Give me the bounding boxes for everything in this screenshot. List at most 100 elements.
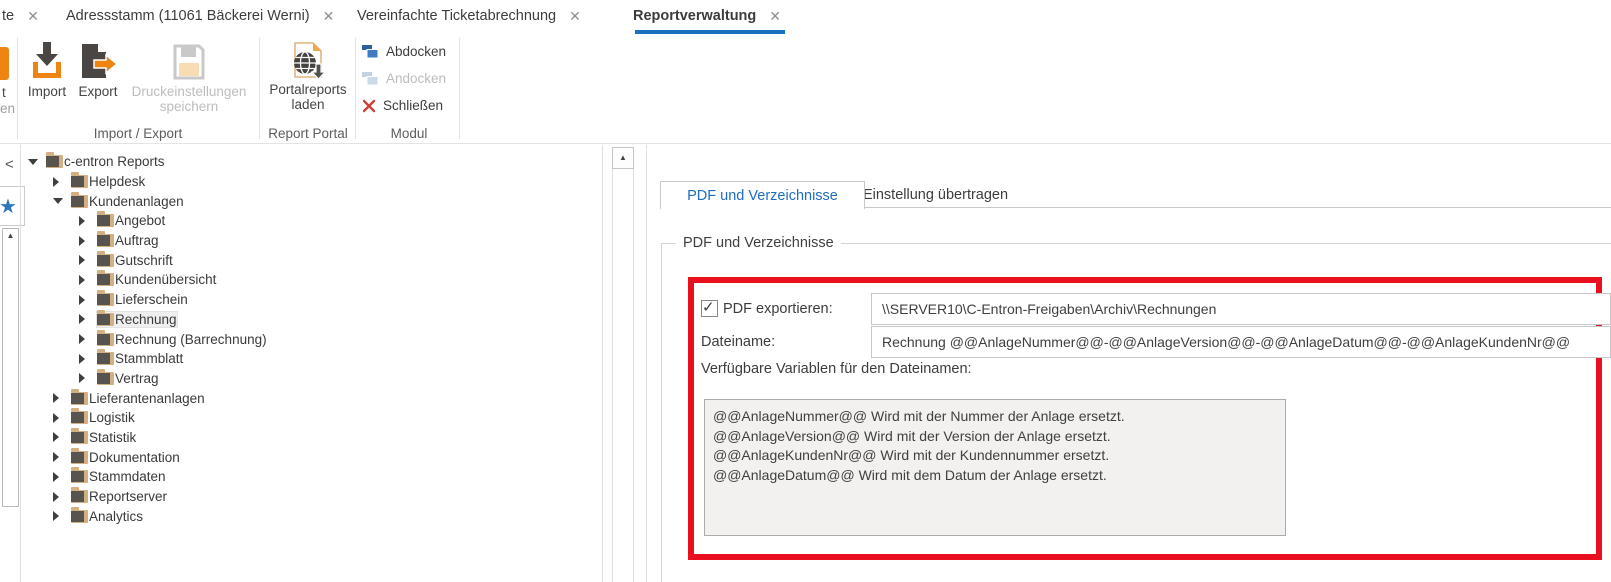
clipped-label: t [2,85,6,100]
dock-button[interactable]: Andocken [362,71,446,86]
tree-item[interactable]: Kundenübersicht [22,270,600,290]
window-tab-adressstamm[interactable]: Adressstamm (11061 Bäckerei Werni) ✕ [66,0,334,32]
collapsed-arrow-icon[interactable] [53,492,63,502]
folder-icon [71,470,88,483]
folder-icon [71,392,88,405]
folder-icon [71,411,88,424]
filename-input[interactable] [871,326,1611,358]
tree-label: Analytics [89,509,143,524]
collapsed-arrow-icon[interactable] [53,393,63,403]
folder-icon [97,234,114,247]
tree-item[interactable]: Lieferschein [22,290,600,310]
print-settings-label: Druckeinstellungen [124,84,254,99]
tree-item[interactable]: Auftrag [22,231,600,251]
folder-icon [97,313,114,326]
tree-item[interactable]: Vertrag [22,369,600,389]
panel-divider [646,145,647,582]
tree-label: Stammblatt [115,351,183,366]
collapsed-arrow-icon[interactable] [79,334,89,344]
portal-reports-button[interactable]: Portalreports laden [264,35,352,139]
tree-item[interactable]: Logistik [22,408,600,428]
tree-item[interactable]: Lieferantenanlagen [22,388,600,408]
expanded-arrow-icon[interactable] [53,198,63,204]
close-icon[interactable]: ✕ [769,9,781,23]
window-tab-reportverwaltung[interactable]: Reportverwaltung ✕ [633,0,781,32]
variable-line: @@AnlageDatum@@ Wird mit dem Datum der A… [713,466,1285,486]
close-module-button[interactable]: Schließen [362,98,443,113]
export-button[interactable]: Export [73,35,123,139]
tree-item[interactable]: Kundenanlagen [22,191,600,211]
tree-item[interactable]: c-entron Reports [22,152,600,172]
tree-item[interactable]: Gutschrift [22,250,600,270]
folder-icon [71,195,88,208]
tree-item[interactable]: Reportserver [22,487,600,507]
collapsed-arrow-icon[interactable] [79,373,89,383]
collapsed-arrow-icon[interactable] [79,314,89,324]
clipped-icon [0,47,9,80]
save-icon [171,42,207,82]
ribbon-separator [459,38,460,139]
pdf-export-checkbox[interactable] [701,300,718,317]
tree-scrollbar[interactable]: ▲ [612,148,634,582]
folder-icon [71,490,88,503]
collapsed-arrow-icon[interactable] [53,511,63,521]
tab-pdf-und-verzeichnisse[interactable]: PDF und Verzeichnisse [660,181,865,209]
collapsed-arrow-icon[interactable] [79,216,89,226]
undock-button[interactable]: Abdocken [362,44,446,59]
tab-einstellung-uebertragen[interactable]: Einstellung übertragen [863,182,1008,207]
collapsed-arrow-icon[interactable] [53,472,63,482]
tree-item-selected[interactable]: Rechnung [22,310,600,330]
pdf-export-label: PDF exportieren: [723,301,833,317]
collapsed-arrow-icon[interactable] [79,354,89,364]
dock-label: Andocken [386,71,446,86]
tree-label: Kundenanlagen [89,194,184,209]
collapsed-arrow-icon[interactable] [79,275,89,285]
group-label-import-export: Import / Export [94,126,183,141]
folder-icon [97,214,114,227]
tree-label: Helpdesk [89,174,145,189]
collapsed-arrow-icon[interactable] [53,452,63,462]
rail-scrollbar[interactable]: ▲ [2,228,19,507]
collapsed-arrow-icon[interactable] [53,432,63,442]
import-button[interactable]: Import [22,35,72,139]
import-label: Import [22,84,72,99]
tree-label: Lieferantenanlagen [89,391,205,406]
tree-item[interactable]: Rechnung (Barrechnung) [22,329,600,349]
collapsed-arrow-icon[interactable] [53,177,63,187]
folder-icon [97,254,114,267]
undock-label: Abdocken [386,44,446,59]
window-tab-partial[interactable]: te ✕ [2,0,39,32]
collapsed-arrow-icon[interactable] [79,236,89,246]
tree-label: Rechnung [115,312,177,327]
close-icon[interactable]: ✕ [569,9,581,23]
tree-item[interactable]: Statistik [22,428,600,448]
pdf-export-path-input[interactable] [871,293,1611,325]
tree-item[interactable]: Helpdesk [22,172,600,192]
tree-label: Angebot [115,213,165,228]
close-icon[interactable]: ✕ [27,9,39,23]
tree-label: Kundenübersicht [115,272,216,287]
tree-item[interactable]: Angebot [22,211,600,231]
scroll-up-icon[interactable]: ▲ [3,229,18,243]
expanded-arrow-icon[interactable] [28,159,38,165]
tree-label: Rechnung (Barrechnung) [115,332,267,347]
group-label-report-portal: Report Portal [268,126,348,141]
close-icon[interactable]: ✕ [323,9,335,23]
scroll-up-button[interactable]: ▲ [612,147,634,169]
scroll-up-icon: ▲ [619,153,627,162]
collapse-panel-icon[interactable]: < [5,156,14,173]
print-settings-save-button[interactable]: Druckeinstellungen speichern [124,35,254,139]
report-tree: c-entron Reports Helpdesk Kundenanlagen … [22,152,600,526]
window-tab-ticketabrechnung[interactable]: Vereinfachte Ticketabrechnung ✕ [357,0,581,32]
collapsed-arrow-icon[interactable] [79,255,89,265]
folder-icon [97,273,114,286]
tree-item[interactable]: Stammblatt [22,349,600,369]
tree-item[interactable]: Stammdaten [22,467,600,487]
folder-icon [71,431,88,444]
collapsed-arrow-icon[interactable] [53,413,63,423]
export-icon [78,42,118,82]
tree-item[interactable]: Dokumentation [22,447,600,467]
rail-divider [20,145,21,582]
tree-item[interactable]: Analytics [22,506,600,526]
collapsed-arrow-icon[interactable] [79,295,89,305]
